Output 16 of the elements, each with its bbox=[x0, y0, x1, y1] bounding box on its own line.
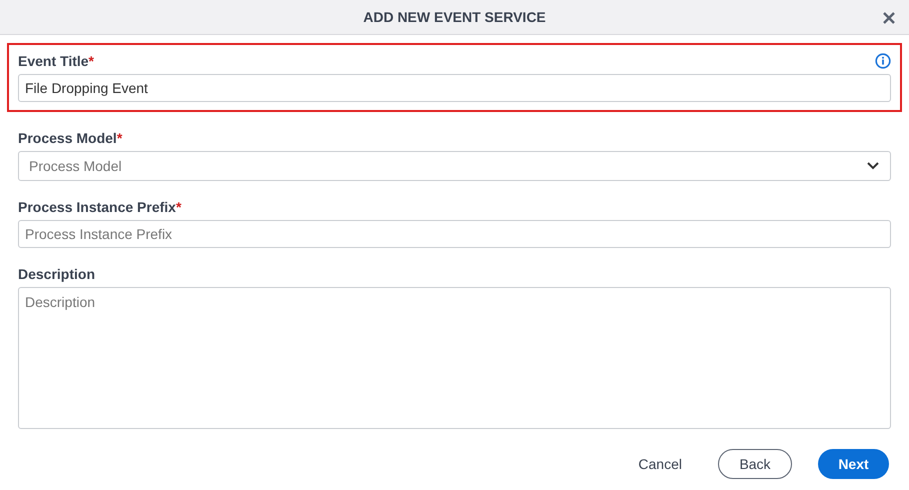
text-field[interactable]: Process Instance Prefix bbox=[18, 220, 891, 248]
back-button[interactable]: Back bbox=[718, 449, 792, 479]
field-label: Description bbox=[18, 264, 96, 284]
info-icon[interactable] bbox=[875, 53, 891, 69]
select-placeholder: Process Model bbox=[29, 156, 122, 176]
chevron-down-icon bbox=[866, 161, 880, 171]
text-field[interactable]: File Dropping Event bbox=[18, 74, 891, 102]
field-label: Process Instance Prefix* bbox=[18, 198, 182, 216]
cancel-button[interactable]: Cancel bbox=[628, 449, 692, 479]
next-button[interactable]: Next bbox=[818, 449, 889, 479]
dialog-title: ADD NEW EVENT SERVICE bbox=[363, 8, 546, 26]
description-field[interactable]: Description bbox=[18, 287, 891, 429]
select-field[interactable]: Process Model bbox=[18, 151, 891, 181]
field-label: Event Title* bbox=[18, 52, 94, 70]
field-label: Process Model* bbox=[18, 128, 122, 148]
close-icon[interactable] bbox=[882, 11, 896, 25]
